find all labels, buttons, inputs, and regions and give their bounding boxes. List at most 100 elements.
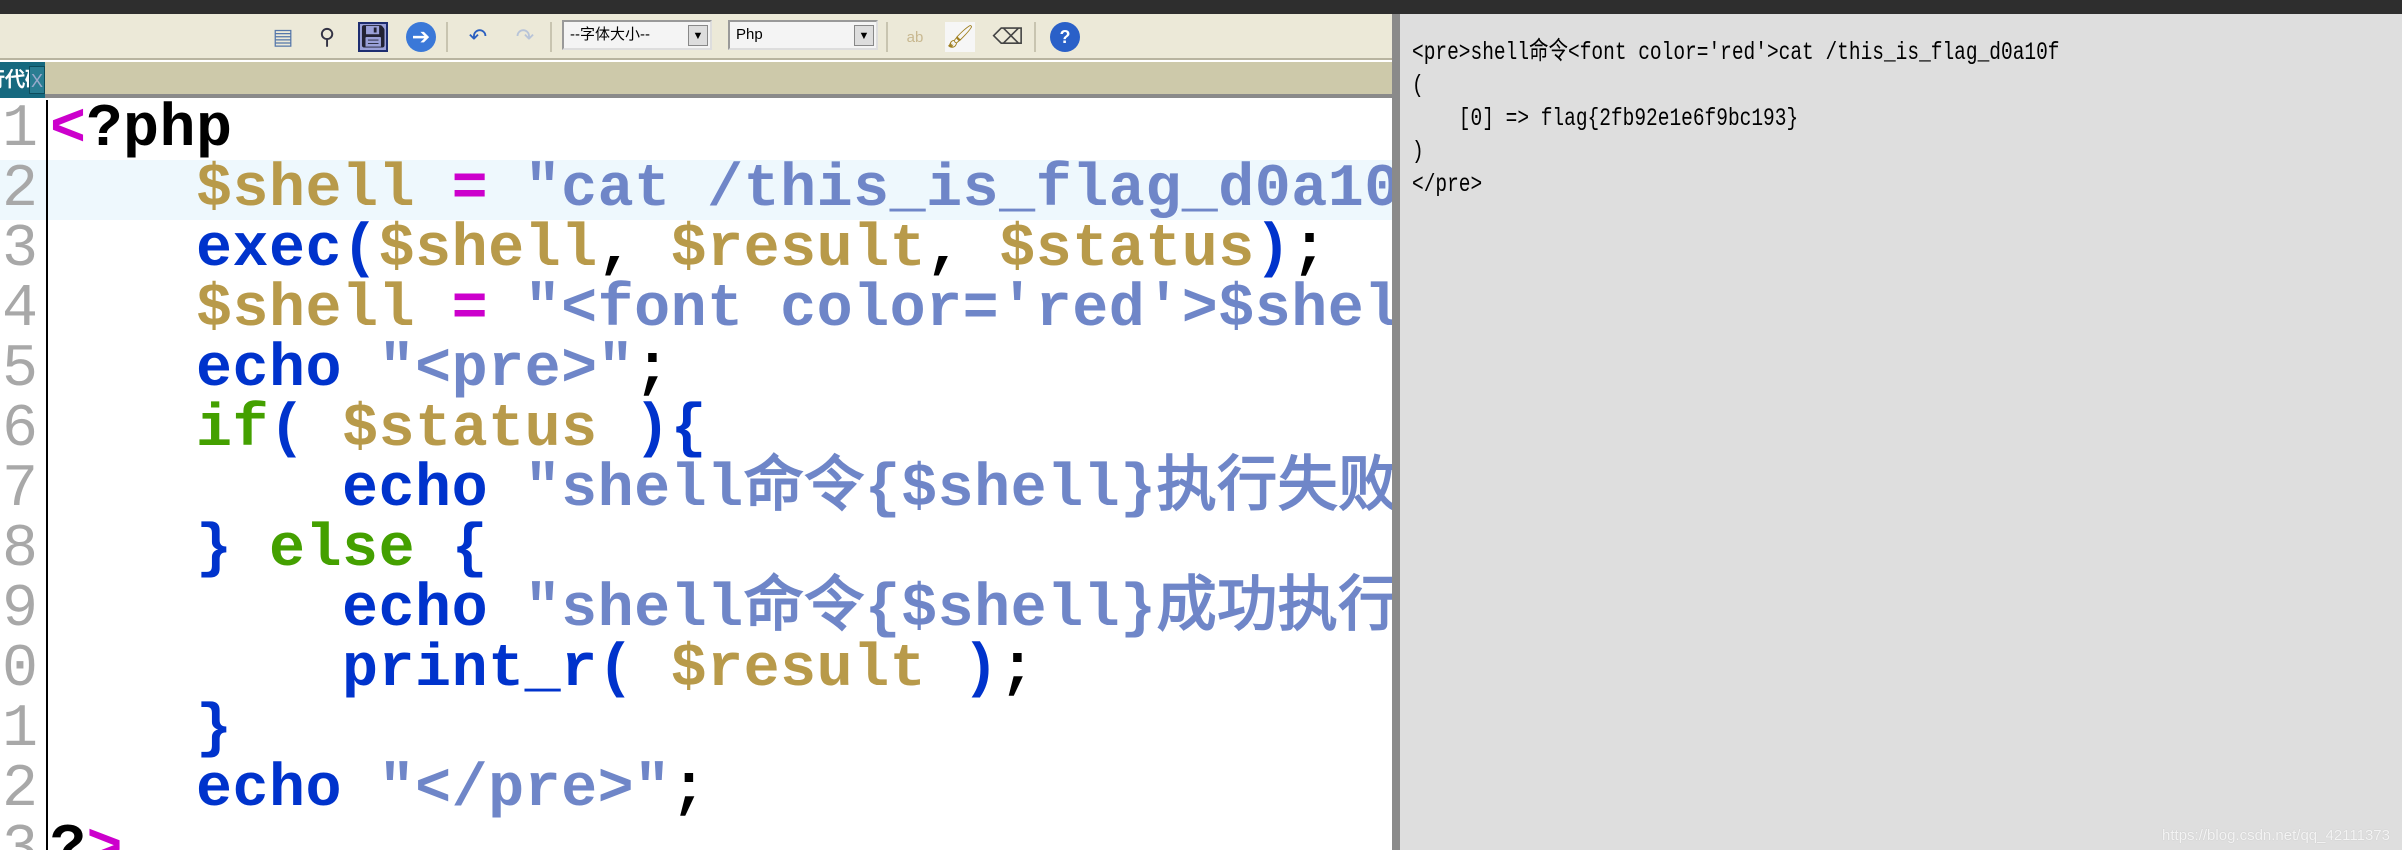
code-line[interactable]: 5 echo "<pre>"; bbox=[0, 340, 1392, 400]
code-line[interactable]: 7 echo "shell命令{$shell}执行失败" bbox=[0, 460, 1392, 520]
gutter-border bbox=[46, 820, 48, 850]
code-token: { bbox=[415, 516, 489, 584]
toolbar-separator bbox=[550, 22, 552, 52]
pane-divider[interactable] bbox=[1392, 14, 1400, 850]
line-number: 2 bbox=[1, 160, 38, 220]
language-select[interactable]: Php ▼ bbox=[728, 20, 878, 50]
code-text: echo "</pre>"; bbox=[50, 760, 707, 820]
code-token: ) bbox=[926, 636, 1000, 704]
output-line: ) bbox=[1412, 137, 1424, 166]
line-number: 5 bbox=[1, 340, 38, 400]
redo-icon[interactable]: ↷ bbox=[510, 22, 540, 52]
code-token: = bbox=[415, 276, 525, 344]
output-line: ( bbox=[1412, 71, 1424, 100]
window-icon[interactable]: ▤ bbox=[268, 22, 298, 52]
code-text: print_r( $result ); bbox=[50, 640, 1036, 700]
code-token: ){ bbox=[597, 396, 708, 464]
code-token: $result bbox=[670, 216, 927, 284]
code-line[interactable]: 9 echo "shell命令{$shell}成功执行, bbox=[0, 580, 1392, 640]
toolbar-separator bbox=[1034, 22, 1036, 52]
code-token: } bbox=[196, 516, 270, 584]
go-icon[interactable]: ➔ bbox=[406, 22, 436, 52]
code-token: ; bbox=[634, 336, 671, 404]
window-top-bar bbox=[0, 0, 2402, 14]
font-size-select-value: --字体大小-- bbox=[570, 26, 650, 43]
code-text: <?php bbox=[50, 100, 233, 160]
chevron-down-icon: ▼ bbox=[688, 25, 708, 46]
close-icon[interactable]: X bbox=[29, 66, 45, 94]
spellcheck-icon[interactable]: ab bbox=[900, 22, 930, 52]
find-icon[interactable]: ⚲ bbox=[312, 22, 342, 52]
gutter-border bbox=[46, 220, 48, 280]
code-token: ( bbox=[269, 396, 343, 464]
line-number: 9 bbox=[1, 580, 38, 640]
code-line[interactable]: 1 <?php bbox=[0, 100, 1392, 160]
code-editor[interactable]: 1 <?php 2 $shell = "cat /this_is_flag_d0a1… bbox=[0, 100, 1392, 850]
gutter-border bbox=[46, 280, 48, 340]
gutter-border bbox=[46, 700, 48, 760]
code-token: $result bbox=[670, 636, 927, 704]
code-line[interactable]: 2 $shell = "cat /this_is_flag_d0a10f bbox=[0, 160, 1392, 220]
code-text: } else { bbox=[50, 520, 488, 580]
gutter-border bbox=[46, 160, 48, 220]
output-line: <pre>shell命令<font color='red'>cat /this_… bbox=[1412, 38, 2060, 67]
code-token: > bbox=[86, 816, 124, 850]
save-icon[interactable]: 💾︎ bbox=[358, 22, 388, 52]
code-token: "</pre>" bbox=[378, 756, 671, 824]
line-number: 11 bbox=[0, 700, 38, 760]
help-icon[interactable]: ? bbox=[1050, 22, 1080, 52]
line-number: 7 bbox=[1, 460, 38, 520]
code-token: $status bbox=[342, 396, 598, 464]
code-token: ) bbox=[1254, 216, 1292, 284]
gutter-border bbox=[46, 340, 48, 400]
code-token: $shell bbox=[378, 216, 598, 284]
code-line[interactable]: 11 } bbox=[0, 700, 1392, 760]
code-token: "<pre>" bbox=[378, 336, 635, 404]
line-number: 8 bbox=[1, 520, 38, 580]
code-line[interactable]: 13 ?> bbox=[0, 820, 1392, 850]
chevron-down-icon: ▼ bbox=[854, 25, 874, 46]
toolbar-separator bbox=[886, 22, 888, 52]
code-line[interactable]: 10 print_r( $result ); bbox=[0, 640, 1392, 700]
code-token: $shell bbox=[196, 276, 416, 344]
toolbar-separator bbox=[446, 22, 448, 52]
code-line[interactable]: 8 } else { bbox=[0, 520, 1392, 580]
font-size-select[interactable]: --字体大小-- ▼ bbox=[562, 20, 712, 50]
code-line[interactable]: 3 exec($shell, $result, $status); bbox=[0, 220, 1392, 280]
line-number: 1 bbox=[1, 100, 38, 160]
code-text: if( $status ){ bbox=[50, 400, 707, 460]
gutter-border bbox=[46, 580, 48, 640]
brush-icon[interactable]: 🖌︎ bbox=[945, 22, 975, 52]
code-token: "shell命令{$shell}执行失败" bbox=[524, 456, 1392, 524]
undo-icon[interactable]: ↶ bbox=[463, 22, 493, 52]
watermark: https://blog.csdn.net/qq_42111373 bbox=[2162, 827, 2390, 844]
code-line[interactable]: 12 echo "</pre>"; bbox=[0, 760, 1392, 820]
code-token: ? bbox=[50, 816, 87, 850]
output-line: [0] => flag{2fb92e1e6f9bc193} bbox=[1412, 104, 1799, 133]
line-number: 10 bbox=[0, 640, 38, 700]
eraser-icon[interactable]: ⌫ bbox=[992, 22, 1023, 52]
output-pane: <pre>shell命令<font color='red'>cat /this_… bbox=[1400, 14, 2402, 850]
code-token: ?php bbox=[86, 96, 233, 164]
code-token: "<font color='red'>$shell< bbox=[524, 276, 1392, 344]
line-number: 6 bbox=[1, 400, 38, 460]
code-token: echo bbox=[196, 756, 379, 824]
code-line[interactable]: 6 if( $status ){ bbox=[0, 400, 1392, 460]
line-number: 4 bbox=[1, 280, 38, 340]
code-token: , bbox=[597, 216, 671, 284]
gutter-border bbox=[46, 100, 48, 160]
code-token: ; bbox=[999, 636, 1036, 704]
code-text: echo "shell命令{$shell}执行失败" bbox=[50, 460, 1392, 520]
tab-bar: 行代码 X bbox=[0, 62, 1392, 98]
code-token: "cat /this_is_flag_d0a10f bbox=[524, 156, 1392, 224]
code-text: ?> bbox=[50, 820, 123, 850]
code-text: exec($shell, $result, $status); bbox=[50, 220, 1328, 280]
code-token: ; bbox=[1291, 216, 1328, 284]
code-line[interactable]: 4 $shell = "<font color='red'>$shell< bbox=[0, 280, 1392, 340]
